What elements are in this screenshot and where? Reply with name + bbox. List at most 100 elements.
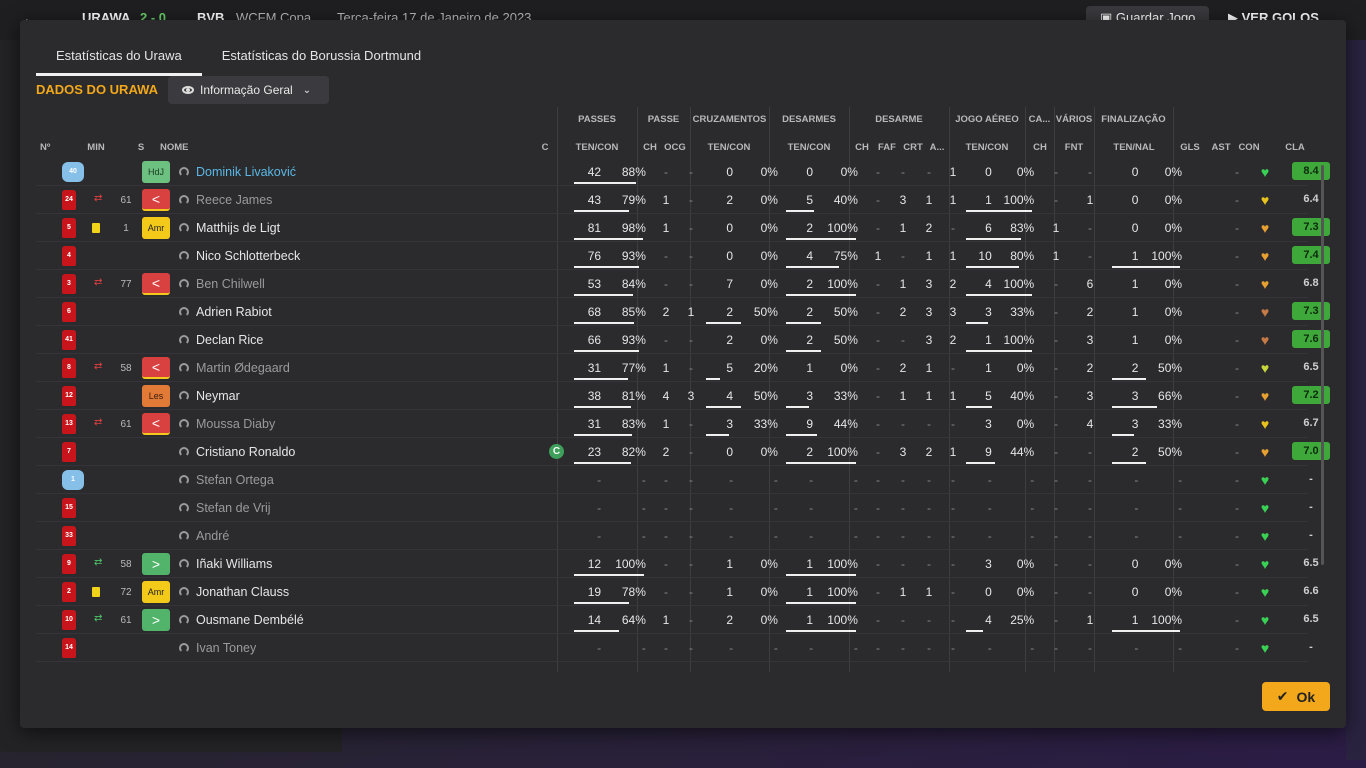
- player-name[interactable]: Reece James: [196, 193, 272, 207]
- column-header-passes[interactable]: TEN/CON: [558, 142, 636, 153]
- column-header-passe-ocg[interactable]: OCG: [664, 142, 686, 153]
- column-header-final[interactable]: TEN/NAL: [1096, 142, 1172, 153]
- desarme-dch: -: [876, 333, 880, 347]
- stat-percent: 100%: [827, 557, 858, 571]
- column-header-desarme-faf[interactable]: FAF: [876, 142, 898, 153]
- player-name[interactable]: Nico Schlotterbeck: [196, 249, 300, 263]
- table-row[interactable]: 1 Stefan Ortega - - - - - - - - - - - - - - - - - - - ♥ -: [36, 466, 1313, 494]
- table-row[interactable]: 2 72 Amr Jonathan Clauss 19 78% - - 1 0% 1 100% - 1 1 -…: [36, 578, 1319, 606]
- player-name[interactable]: Declan Rice: [196, 333, 263, 347]
- table-row[interactable]: 6 Adrien Rabiot 68 85% 2 1 2 50% 2 50% - 2 3 3 3 33% - 2 1…: [36, 298, 1330, 326]
- view-select[interactable]: Informação Geral ⌄: [168, 76, 329, 104]
- player-name[interactable]: Ousmane Dembélé: [196, 613, 304, 627]
- stat-assists: -: [1235, 361, 1239, 375]
- column-header-con[interactable]: CON: [1237, 142, 1261, 153]
- ca-ch: -: [1054, 641, 1058, 655]
- player-name[interactable]: André: [196, 529, 229, 543]
- column-header-num[interactable]: Nº: [40, 142, 50, 153]
- player-name[interactable]: Neymar: [196, 389, 240, 403]
- person-icon: [179, 279, 189, 289]
- varios-fnt: 6: [1086, 277, 1094, 291]
- position-badge[interactable]: Amr: [142, 581, 170, 603]
- ok-button[interactable]: ✔ Ok: [1262, 682, 1330, 711]
- stat-percent: -: [1030, 641, 1035, 655]
- column-header-desarme-a[interactable]: A...: [926, 142, 948, 153]
- position-badge[interactable]: Amr: [142, 217, 170, 239]
- table-row[interactable]: 9 ⇄ 58 > Iñaki Williams 12 100% - - 1 0% 1 100% - - - - 3…: [36, 550, 1319, 578]
- stat-percent: -: [1030, 529, 1035, 543]
- table-row[interactable]: 8 ⇄ 58 < Martin Ødegaard 31 77% 1 - 5 20% 1 0% - 2 1 - 1 0…: [36, 354, 1319, 382]
- stat-percent: 0%: [1164, 277, 1183, 291]
- stat-attempts: 2: [726, 613, 734, 627]
- table-row[interactable]: 15 Stefan de Vrij - - - - - - - - - - - - - - - - - - - ♥ -: [36, 494, 1313, 522]
- player-name[interactable]: Ivan Toney: [196, 641, 256, 655]
- stat-percent: -: [1178, 501, 1183, 515]
- column-header-min[interactable]: MIN: [76, 142, 116, 153]
- player-name[interactable]: Moussa Diaby: [196, 417, 275, 431]
- column-header-cruz[interactable]: TEN/CON: [690, 142, 768, 153]
- desarme-da: -: [951, 613, 955, 627]
- column-header-gls[interactable]: GLS: [1178, 142, 1202, 153]
- sub-minute: 61: [120, 195, 132, 206]
- player-name[interactable]: Martin Ødegaard: [196, 361, 290, 375]
- passe-ch: -: [664, 473, 668, 487]
- passe-ocg: -: [689, 641, 693, 655]
- position-badge[interactable]: Les: [142, 385, 170, 407]
- position-badge[interactable]: >: [142, 553, 170, 575]
- table-row[interactable]: 13 ⇄ 61 < Moussa Diaby 31 83% 1 - 3 33% 9 44% - - - - 3 0%…: [36, 410, 1319, 438]
- player-name[interactable]: Jonathan Clauss: [196, 585, 289, 599]
- position-badge[interactable]: <: [142, 189, 170, 211]
- desarme-dch: -: [876, 613, 880, 627]
- table-row[interactable]: 14 Ivan Toney - - - - - - - - - - - - - - - - - - - ♥ -: [36, 634, 1313, 662]
- passe-ocg: -: [689, 585, 693, 599]
- column-header-ca-ch[interactable]: CH: [1030, 142, 1050, 153]
- stat-percent: 83%: [1010, 221, 1035, 235]
- player-name[interactable]: Dominik Livaković: [196, 165, 296, 179]
- player-name[interactable]: Ben Chilwell: [196, 277, 265, 291]
- position-badge[interactable]: <: [142, 413, 170, 435]
- table-row[interactable]: 12 Les Neymar 38 81% 4 3 4 50% 3 33% - 1 1 1 5 40% - 3 3 66%…: [36, 382, 1330, 410]
- column-header-varios-fnt[interactable]: FNT: [1060, 142, 1088, 153]
- passe-ch: 2: [662, 305, 670, 319]
- condition-heart-icon: ♥: [1260, 556, 1270, 572]
- position-badge[interactable]: HdJ: [142, 161, 170, 183]
- sub-minute: 61: [120, 615, 132, 626]
- position-badge[interactable]: <: [142, 273, 170, 295]
- player-name[interactable]: Iñaki Williams: [196, 557, 272, 571]
- table-row[interactable]: 4 Nico Schlotterbeck 76 93% - - 0 0% 4 75% 1 - 1 1 10 8…: [36, 242, 1330, 270]
- passe-ch: -: [664, 501, 668, 515]
- player-name[interactable]: Stefan Ortega: [196, 473, 274, 487]
- column-header-name[interactable]: NOME: [160, 142, 189, 153]
- player-name[interactable]: Adrien Rabiot: [196, 305, 272, 319]
- stats-modal: Estatísticas do Urawa Estatísticas do Bo…: [20, 20, 1346, 728]
- position-badge[interactable]: >: [142, 609, 170, 631]
- table-row[interactable]: 10 ⇄ 61 > Ousmane Dembélé 14 64% 1-2 0% 1 100% - - - -…: [36, 606, 1319, 634]
- column-header-des[interactable]: TEN/CON: [770, 142, 848, 153]
- table-row[interactable]: 24 ⇄ 61 < Reece James 43 79% 1-2 0% 5 40% -3 1 1 1 100%…: [36, 186, 1319, 214]
- column-header-s[interactable]: S: [136, 142, 146, 153]
- table-row[interactable]: 40 HdJ Dominik Livaković 42 88% - - 0 0% 0 0% - - - 1 0…: [36, 158, 1330, 186]
- column-header-passe-ch[interactable]: CH: [642, 142, 658, 153]
- table-row[interactable]: 33 André - - - - - - - - - - - - - - - - - - - ♥ -: [36, 522, 1313, 550]
- player-name[interactable]: Stefan de Vrij: [196, 501, 271, 515]
- column-header-desarme-crt[interactable]: CRT: [902, 142, 924, 153]
- tab-urawa-stats[interactable]: Estatísticas do Urawa: [36, 42, 202, 76]
- player-name[interactable]: Matthijs de Ligt: [196, 221, 280, 235]
- player-name[interactable]: Cristiano Ronaldo: [196, 445, 295, 459]
- table-scrollbar[interactable]: [1321, 165, 1324, 565]
- table-row[interactable]: 3 ⇄ 77 < Ben Chilwell 53 84% - - 7 0% 2 100% - 1 3 2 4 100…: [36, 270, 1319, 298]
- column-header-desarme-ch[interactable]: CH: [852, 142, 872, 153]
- stat-bar: [966, 210, 1032, 212]
- table-row[interactable]: 7 Cristiano Ronaldo C 23 82% 2 - 0 0% 2 100% - 3 2 1 9 4…: [36, 438, 1330, 466]
- stat-attempts: 0: [985, 585, 992, 599]
- column-header-ast[interactable]: AST: [1210, 142, 1232, 153]
- table-row[interactable]: 41 Declan Rice 66 93% - - 2 0% 2 50% - - 3 2 1 100% - 3 1 0…: [36, 326, 1330, 354]
- tab-dortmund-stats[interactable]: Estatísticas do Borussia Dortmund: [202, 42, 441, 76]
- column-header-c[interactable]: C: [540, 142, 550, 153]
- position-badge[interactable]: <: [142, 357, 170, 379]
- stat-attempts: 2: [1131, 445, 1139, 459]
- column-header-aereo[interactable]: TEN/CON: [950, 142, 1024, 153]
- table-row[interactable]: 5 1 Amr Matthijs de Ligt 81 98% 1-0 0% 2 100% -1 2-…: [36, 214, 1330, 242]
- column-header-cla[interactable]: CLA: [1276, 142, 1314, 153]
- shirt-number: 3: [62, 274, 76, 294]
